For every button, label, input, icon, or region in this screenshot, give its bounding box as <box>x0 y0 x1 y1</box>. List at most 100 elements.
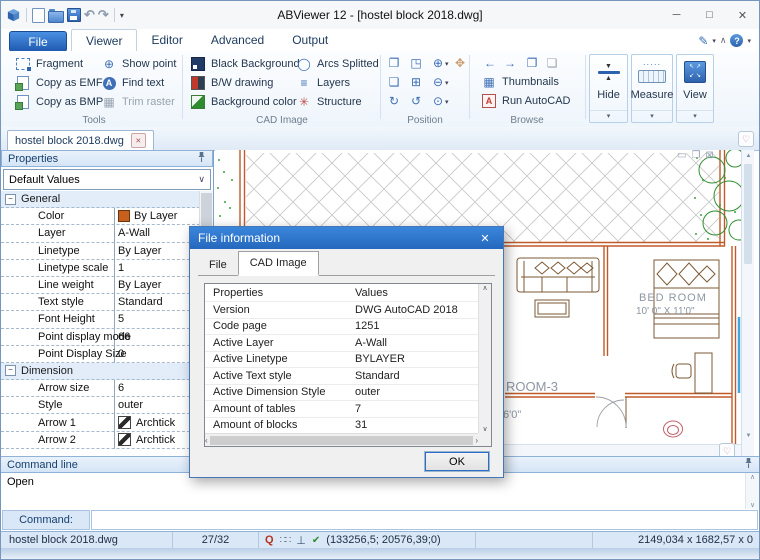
new-file-icon[interactable] <box>32 8 45 23</box>
style-pencil-icon[interactable]: ✎ <box>698 34 708 48</box>
thumbnails-button[interactable]: ▦ Thumbnails <box>481 74 559 90</box>
status-page-indicator[interactable]: 27/32 <box>173 532 259 548</box>
quick-access-dropdown-icon[interactable]: ▾ <box>120 11 124 20</box>
property-row[interactable]: Text style Standard <box>1 294 200 311</box>
table-row[interactable]: Code page 1251 <box>205 319 478 336</box>
canvas-vertical-scrollbar[interactable]: ▲ ▼ <box>741 150 754 456</box>
bw-drawing-button[interactable]: B/W drawing <box>190 75 273 91</box>
pin-icon[interactable] <box>197 151 206 166</box>
collapse-ribbon-icon[interactable]: ∧ <box>720 35 727 46</box>
zoom-extents-dropdown-icon[interactable]: ▾ <box>445 98 449 106</box>
ortho-icon[interactable]: ⊥ <box>296 534 306 547</box>
property-row[interactable]: Style outer <box>1 397 200 414</box>
property-row[interactable]: Linetype scale 1 <box>1 260 200 277</box>
property-row[interactable]: Font Height 5 <box>1 311 200 328</box>
command-scrollbar[interactable]: ∧ ∨ <box>745 473 759 509</box>
arcs-splitted-button[interactable]: ◯ Arcs Splitted <box>296 56 379 72</box>
run-autocad-button[interactable]: A Run AutoCAD <box>481 93 570 109</box>
help-dropdown-icon[interactable]: ▾ <box>747 37 751 45</box>
tab-advanced[interactable]: Advanced <box>197 29 278 50</box>
scroll-down-icon[interactable]: ▼ <box>742 430 755 442</box>
property-row[interactable]: Linetype By Layer <box>1 243 200 260</box>
osnap-icon[interactable]: ✔ <box>312 535 320 546</box>
save-file-icon[interactable] <box>67 8 81 22</box>
style-dropdown-icon[interactable]: ▾ <box>712 37 716 45</box>
document-tab[interactable]: hostel block 2018.dwg ✕ <box>7 130 154 150</box>
grid-icon[interactable]: ∷∷ <box>280 535 291 546</box>
prev-sheet-icon[interactable]: ❐ <box>523 55 541 71</box>
properties-preset-select[interactable]: Default Values ∨ <box>3 169 211 190</box>
close-button[interactable]: ✕ <box>726 1 759 29</box>
scroll-down-icon[interactable]: ∨ <box>750 501 755 509</box>
dialog-tab-cad-image[interactable]: CAD Image <box>238 251 319 276</box>
measure-button[interactable]: ····· Measure ▾ <box>631 54 673 123</box>
show-point-button[interactable]: ⊕ Show point <box>101 56 176 72</box>
maximize-button[interactable]: □ <box>693 1 726 29</box>
zoom-out-dropdown-icon[interactable]: ▾ <box>445 79 449 87</box>
favorite-icon[interactable]: ♡ <box>738 131 754 147</box>
pin-icon[interactable] <box>744 457 753 472</box>
redo-icon[interactable]: ↷ <box>98 7 109 23</box>
copy-as-bmp-button[interactable]: Copy as BMP <box>15 94 103 110</box>
view-dropdown-icon[interactable]: ▾ <box>677 110 713 122</box>
property-group-row[interactable]: − General <box>1 191 200 208</box>
tab-output[interactable]: Output <box>278 29 342 50</box>
forward-icon[interactable]: → <box>501 55 519 71</box>
copy-view-icon[interactable]: ❏ <box>385 74 403 90</box>
undo-icon[interactable]: ↶ <box>84 7 95 23</box>
table-row[interactable]: Active Dimension Style outer <box>205 385 478 402</box>
black-background-button[interactable]: Black Background <box>190 56 300 72</box>
property-row[interactable]: Line weight By Layer <box>1 277 200 294</box>
zoom-in-dropdown-icon[interactable]: ▾ <box>445 60 449 68</box>
scrollbar-thumb[interactable] <box>744 164 752 264</box>
fragment-button[interactable]: Fragment <box>15 56 83 72</box>
refresh-view-icon[interactable]: ↺ <box>407 93 425 109</box>
hide-button[interactable]: ▼ ▲ Hide ▾ <box>589 54 628 123</box>
scroll-up-icon[interactable]: ▲ <box>742 150 755 162</box>
measure-dropdown-icon[interactable]: ▾ <box>632 110 672 122</box>
structure-button[interactable]: ✳ Structure <box>296 94 362 110</box>
table-row[interactable]: Amount of tables 7 <box>205 401 478 418</box>
ok-button[interactable]: OK <box>425 452 489 471</box>
tab-viewer[interactable]: Viewer <box>71 29 137 52</box>
file-menu-button[interactable]: File <box>9 31 67 52</box>
minimize-button[interactable]: ─ <box>660 1 693 29</box>
zoom-window-icon[interactable]: ◳ <box>407 55 425 71</box>
table-row[interactable]: Amount of blocks 31 <box>205 418 478 434</box>
open-file-icon[interactable] <box>48 11 64 23</box>
property-row[interactable]: Layer A-Wall <box>1 225 200 242</box>
property-group-row[interactable]: − Dimension <box>1 363 200 380</box>
background-color-button[interactable]: Background color <box>190 94 297 110</box>
copy-as-emf-button[interactable]: Copy as EMF <box>15 75 103 91</box>
scroll-up-icon[interactable]: ∧ <box>482 284 487 292</box>
layers-button[interactable]: ≡ Layers <box>296 75 350 91</box>
dialog-close-icon[interactable]: ✕ <box>475 232 495 245</box>
app-icon[interactable] <box>6 8 21 23</box>
dialog-title-bar[interactable]: File information ✕ <box>190 227 503 249</box>
property-row[interactable]: Point display mode 66 <box>1 329 200 346</box>
property-row[interactable]: Arrow size 6 <box>1 380 200 397</box>
tab-editor[interactable]: Editor <box>137 29 196 50</box>
back-icon[interactable]: ← <box>481 55 499 71</box>
find-text-button[interactable]: A Find text <box>101 75 164 91</box>
command-input[interactable] <box>91 510 758 530</box>
hide-dropdown-icon[interactable]: ▾ <box>590 110 627 122</box>
mdi-restore-icon[interactable]: ▭ <box>677 150 686 161</box>
rotate-view-icon[interactable]: ↻ <box>385 93 403 109</box>
collapse-box-icon[interactable]: − <box>5 365 16 376</box>
dialog-horizontal-scrollbar[interactable]: ‹ › <box>205 433 478 446</box>
pan-hand-icon[interactable]: ✥ <box>451 55 469 71</box>
new-view-icon[interactable]: ❐ <box>385 55 403 71</box>
mdi-close-icon[interactable]: ⊠ <box>705 150 713 161</box>
dialog-vertical-scrollbar[interactable]: ∧ ∨ <box>478 284 491 433</box>
mdi-tile-icon[interactable]: ❐ <box>691 150 700 161</box>
table-row[interactable]: Active Layer A-Wall <box>205 335 478 352</box>
help-icon[interactable]: ? <box>730 34 743 47</box>
property-row[interactable]: Color By Layer <box>1 208 200 225</box>
property-row[interactable]: Arrow 2 Archtick <box>1 432 200 449</box>
view-button[interactable]: ↖ ↗ ↙ ↘ View ▾ <box>676 54 714 123</box>
scroll-down-icon[interactable]: ∨ <box>482 425 487 433</box>
dialog-tab-file[interactable]: File <box>198 255 238 275</box>
table-row[interactable]: Active Text style Standard <box>205 368 478 385</box>
command-history[interactable]: Open ∧ ∨ <box>1 473 759 509</box>
